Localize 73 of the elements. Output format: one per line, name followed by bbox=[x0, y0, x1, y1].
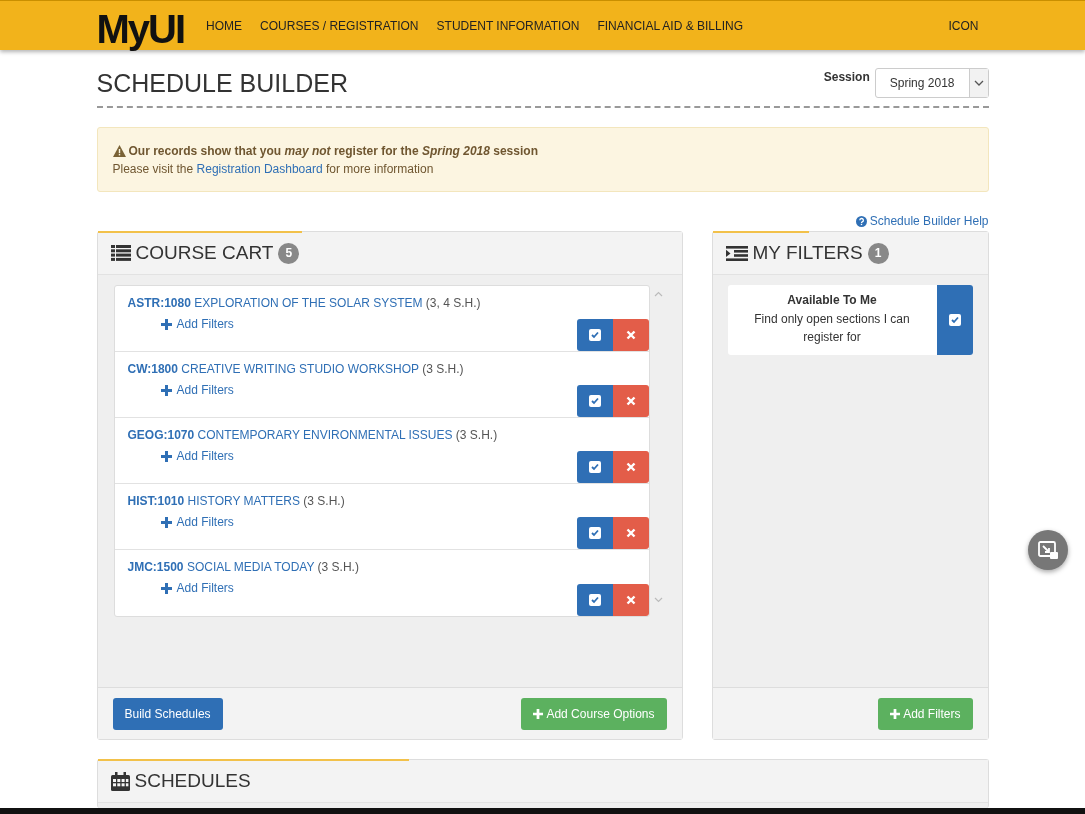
checkbox-icon bbox=[948, 314, 961, 326]
course-link[interactable]: CW:1800 CREATIVE WRITING STUDIO WORKSHOP bbox=[127, 362, 419, 376]
panel-title: SCHEDULES bbox=[134, 770, 251, 792]
panel-title: MY FILTERS bbox=[752, 242, 863, 264]
help-icon bbox=[855, 215, 867, 227]
nav-link[interactable]: FINANCIAL AID & BILLING bbox=[597, 18, 744, 33]
count-badge: 5 bbox=[278, 242, 300, 264]
course-link[interactable]: GEOG:1070 CONTEMPORARY ENVIRONMENTAL ISSUES bbox=[127, 428, 453, 442]
session-label: Session bbox=[823, 70, 870, 84]
picture-in-picture-icon bbox=[1038, 541, 1058, 559]
checkbox-icon bbox=[588, 594, 601, 606]
course-title: HIST:1010 HISTORY MATTERS (3 S.H.) bbox=[127, 494, 345, 508]
remove-button[interactable] bbox=[612, 451, 649, 483]
add-filters-link[interactable]: Add Filters bbox=[160, 515, 234, 529]
course-link[interactable]: HIST:1010 HISTORY MATTERS bbox=[127, 494, 300, 508]
alert-headline: Our records show that you may not register for the Spring 2018 session bbox=[128, 144, 538, 158]
plus-icon bbox=[160, 516, 172, 528]
nav-link[interactable]: ICON bbox=[948, 18, 979, 33]
nav-link[interactable]: COURSES / REGISTRATION bbox=[260, 18, 419, 33]
panel-title: COURSE CART bbox=[135, 242, 274, 264]
calendar-icon bbox=[110, 771, 130, 791]
close-icon bbox=[625, 330, 636, 340]
add-filters-link[interactable]: Add Filters bbox=[160, 581, 234, 595]
add-filters-link[interactable]: Add Filters bbox=[160, 449, 234, 463]
checkbox-icon bbox=[588, 527, 601, 539]
add-filters-link[interactable]: Add Filters bbox=[160, 317, 234, 331]
close-icon bbox=[625, 396, 636, 406]
help-link[interactable]: Schedule Builder Help bbox=[855, 214, 989, 228]
course-title: GEOG:1070 CONTEMPORARY ENVIRONMENTAL ISSUES (3 S.H.) bbox=[127, 428, 498, 442]
select-button[interactable] bbox=[576, 584, 613, 616]
build-schedules-button[interactable]: Build Schedules bbox=[112, 698, 223, 730]
indent-list-icon bbox=[725, 245, 748, 261]
page-title: SCHEDULE BUILDER bbox=[96, 68, 348, 98]
remove-button[interactable] bbox=[612, 584, 649, 616]
select-button[interactable] bbox=[576, 517, 613, 549]
close-icon bbox=[625, 462, 636, 472]
warning-icon bbox=[112, 145, 126, 157]
filter-description: Find only open sections I can register for bbox=[753, 311, 911, 346]
plus-icon bbox=[160, 384, 172, 396]
select-button[interactable] bbox=[576, 385, 613, 417]
checkbox-icon bbox=[588, 395, 601, 407]
plus-icon bbox=[160, 318, 172, 330]
filter-title: Available To Me bbox=[786, 293, 878, 307]
course-title: CW:1800 CREATIVE WRITING STUDIO WORKSHOP (3 S.H.) bbox=[127, 362, 464, 376]
plus-icon bbox=[890, 709, 901, 719]
plus-icon bbox=[160, 582, 172, 594]
select-button[interactable] bbox=[576, 451, 613, 483]
course-title: ASTR:1080 EXPLORATION OF THE SOLAR SYSTEM (3, 4 S.H.) bbox=[127, 296, 481, 310]
nav-link[interactable]: STUDENT INFORMATION bbox=[436, 18, 580, 33]
close-icon bbox=[625, 528, 636, 538]
session-select[interactable]: Spring 2018 bbox=[874, 68, 989, 98]
floating-button[interactable] bbox=[1028, 530, 1068, 570]
course-link[interactable]: ASTR:1080 EXPLORATION OF THE SOLAR SYSTEM bbox=[127, 296, 423, 310]
close-icon bbox=[625, 595, 636, 605]
remove-button[interactable] bbox=[612, 385, 649, 417]
course-title: JMC:1500 SOCIAL MEDIA TODAY (3 S.H.) bbox=[127, 560, 359, 574]
checkbox-icon bbox=[588, 461, 601, 473]
checkbox-icon bbox=[588, 329, 601, 341]
plus-icon bbox=[533, 709, 544, 719]
count-badge: 1 bbox=[867, 242, 889, 264]
nav-link[interactable]: HOME bbox=[206, 18, 243, 33]
add-filters-link[interactable]: Add Filters bbox=[160, 383, 234, 397]
filter-toggle[interactable] bbox=[936, 285, 973, 355]
alert-message: Please visit the Registration Dashboard for more information bbox=[112, 162, 435, 176]
plus-icon bbox=[160, 450, 172, 462]
chevron-down-icon bbox=[973, 80, 984, 86]
registration-dashboard-link[interactable]: Registration Dashboard bbox=[196, 162, 323, 176]
logo[interactable]: MyUI bbox=[96, 8, 185, 49]
remove-button[interactable] bbox=[612, 517, 649, 549]
course-link[interactable]: JMC:1500 SOCIAL MEDIA TODAY bbox=[127, 560, 315, 574]
select-button[interactable] bbox=[576, 319, 613, 351]
list-icon bbox=[110, 245, 131, 261]
remove-button[interactable] bbox=[612, 319, 649, 351]
